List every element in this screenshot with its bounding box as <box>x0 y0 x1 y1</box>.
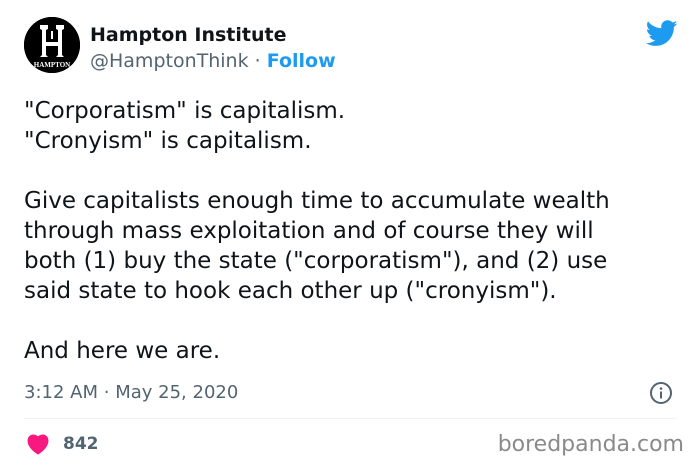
avatar[interactable]: HAMPTON <box>24 17 80 73</box>
tweet-timestamp[interactable]: 3:12 AM · May 25, 2020 <box>24 380 238 406</box>
tweet-card: HAMPTON Hampton Institute @HamptonThink … <box>0 0 700 471</box>
timestamp-separator: · <box>103 382 110 403</box>
tweet-time[interactable]: 3:12 AM <box>24 382 98 403</box>
follow-button[interactable]: Follow <box>267 50 336 72</box>
author-display-name[interactable]: Hampton Institute <box>90 22 286 48</box>
tweet-paragraph-2: Give capitalists enough time to accumula… <box>24 188 610 304</box>
like-count: 842 <box>63 434 99 454</box>
handle-separator: · <box>254 50 261 72</box>
heart-icon[interactable] <box>26 433 50 455</box>
divider <box>24 418 676 419</box>
tweet-text: "Corporatism" is capitalism. "Cronyism" … <box>24 96 684 366</box>
twitter-bird-icon[interactable] <box>646 20 678 47</box>
author-handle[interactable]: @HamptonThink <box>90 50 249 72</box>
watermark: boredpanda.com <box>497 432 684 457</box>
hampton-institute-logo-icon: HAMPTON <box>24 17 80 73</box>
avatar-label: HAMPTON <box>34 61 70 69</box>
like-button[interactable]: 842 <box>26 430 99 458</box>
tweet-date[interactable]: May 25, 2020 <box>115 382 238 403</box>
tweet-paragraph-3: And here we are. <box>24 338 221 364</box>
info-icon[interactable] <box>649 381 673 405</box>
tweet-paragraph-1: "Corporatism" is capitalism. "Cronyism" … <box>24 98 346 154</box>
author-handle-row: @HamptonThink · Follow <box>90 48 336 74</box>
